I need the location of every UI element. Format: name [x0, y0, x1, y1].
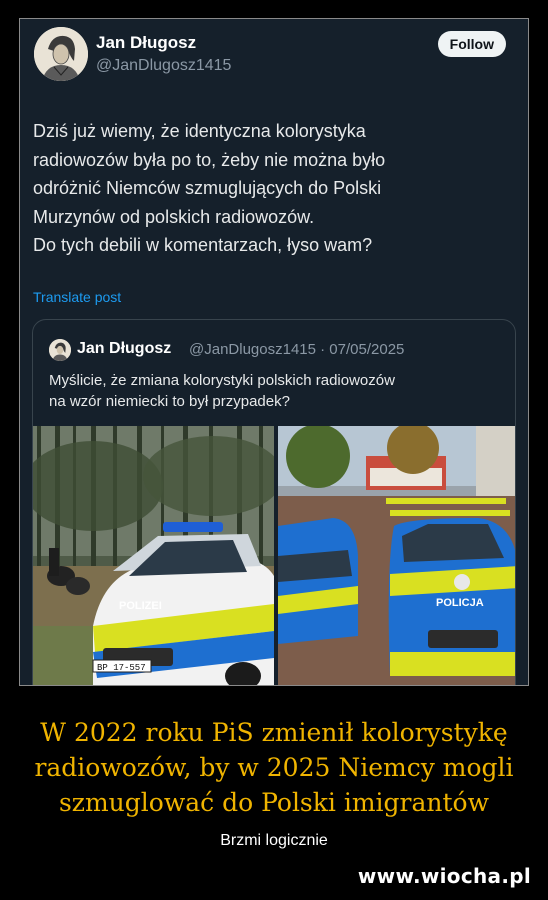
photo-door-text: POLIZEI	[119, 600, 162, 612]
headline-line: radiowozów, by w 2025 Niemcy mogli	[34, 753, 514, 782]
photo-polish-police-cars[interactable]: POLICJA	[278, 426, 515, 685]
tweet-line: radiowozów była po to, żeby nie można by…	[33, 149, 386, 170]
tweet-line: Dziś już wiemy, że identyczna kolorystyk…	[33, 121, 366, 141]
quoted-tweet[interactable]: Jan Długosz @JanDlugosz1415 · 07/05/2025…	[32, 319, 516, 685]
caption-subline: Brzmi logicznie	[220, 832, 328, 849]
quoted-author-meta: @JanDlugosz1415 · 07/05/2025	[189, 341, 405, 358]
quoted-tweet-body: Myślicie, że zmiana kolorystyki polskich…	[49, 370, 509, 412]
site-watermark: www.wiocha.pl	[357, 864, 531, 888]
tweet-line: odróżnić Niemców szmuglujących do Polski	[33, 178, 382, 198]
quoted-author-name[interactable]: Jan Długosz	[77, 340, 171, 358]
portrait-icon	[49, 339, 71, 361]
author-name[interactable]: Jan Długosz	[96, 33, 196, 53]
caption-headline: W 2022 roku PiS zmienił kolorystykę radi…	[0, 715, 548, 820]
headline-line: szmuglować do Polski imigrantów	[58, 788, 490, 817]
photo-hood-text: POLICJA	[436, 597, 484, 609]
headline-line: W 2022 roku PiS zmienił kolorystykę	[40, 718, 508, 747]
quoted-tweet-line: Myślicie, że zmiana kolorystyki polskich…	[49, 372, 395, 389]
quoted-tweet-line: na wzór niemiecki to był przypadek?	[49, 393, 290, 410]
quoted-author-avatar[interactable]	[49, 339, 71, 361]
author-handle[interactable]: @JanDlugosz1415	[96, 57, 231, 75]
tweet-screenshot: Jan Długosz @JanDlugosz1415 Follow Dziś …	[19, 18, 529, 686]
photo-plate-text: BP 17-557	[97, 663, 146, 673]
translate-post-link[interactable]: Translate post	[33, 289, 121, 305]
photo-german-police-car[interactable]: POLIZEI BP 17-557	[33, 426, 274, 685]
author-avatar[interactable]	[34, 27, 88, 81]
follow-button[interactable]: Follow	[437, 31, 506, 57]
portrait-icon	[34, 27, 88, 81]
tweet-line: Do tych debili w komentarzach, łyso wam?	[33, 235, 373, 255]
tweet-line: Murzynów od polskich radiowozów.	[33, 206, 315, 227]
tweet-body: Dziś już wiemy, że identyczna kolorystyk…	[33, 117, 513, 260]
